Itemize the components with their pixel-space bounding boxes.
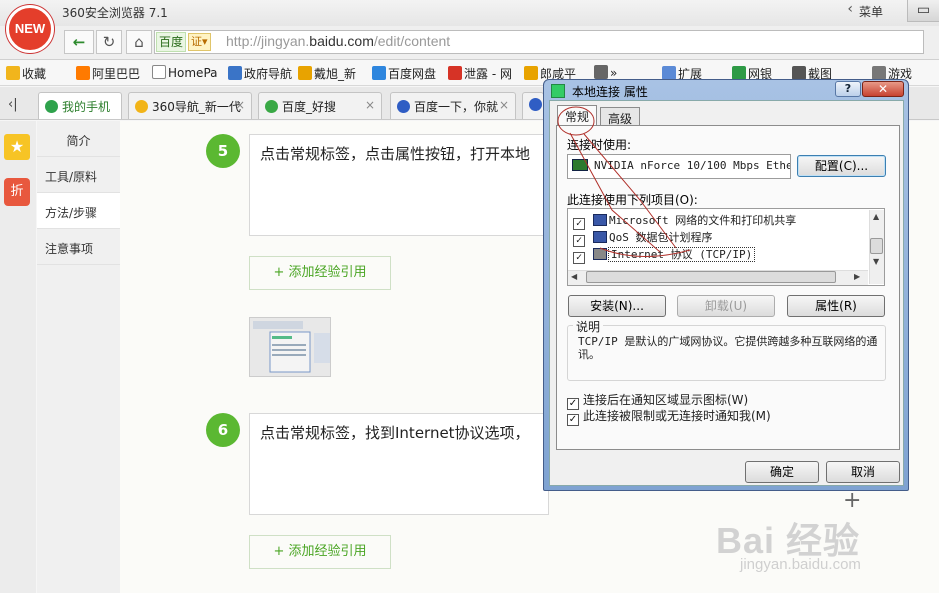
annotation-line bbox=[583, 133, 677, 249]
annotation-line bbox=[599, 247, 691, 257]
annotation-line bbox=[569, 132, 661, 253]
annotation-circle bbox=[557, 106, 595, 136]
annotation-overlay bbox=[557, 106, 691, 257]
